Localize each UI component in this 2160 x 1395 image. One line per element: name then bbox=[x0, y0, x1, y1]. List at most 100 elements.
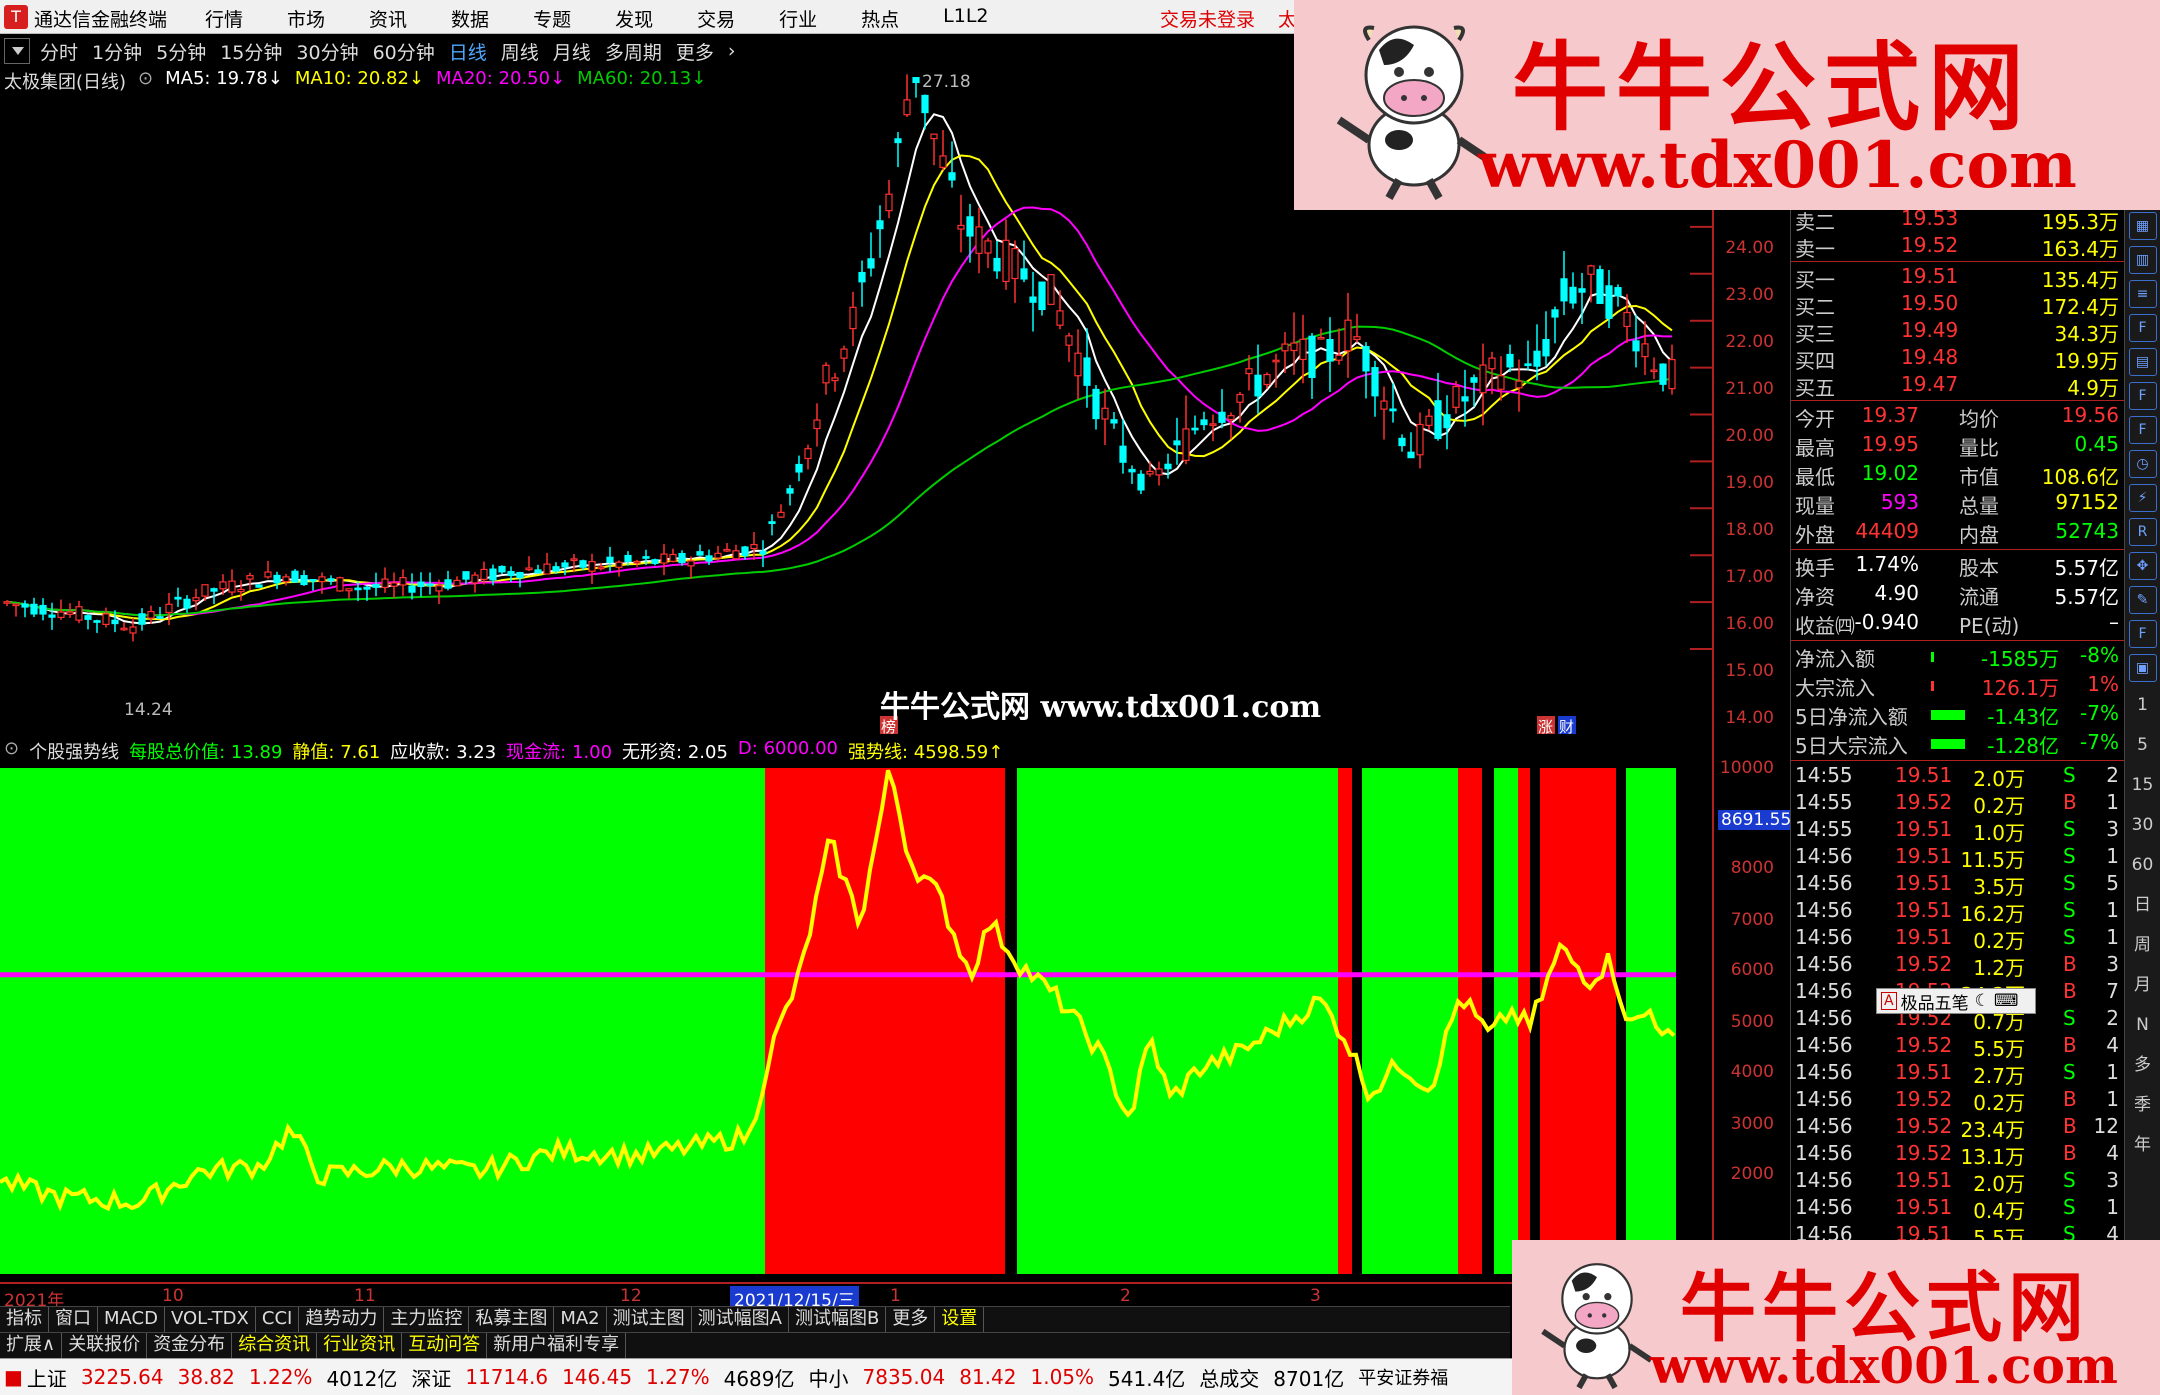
period-15[interactable]: 15 bbox=[2129, 768, 2157, 802]
period-tab-weekly[interactable]: 周线 bbox=[501, 38, 539, 65]
tab-expand[interactable]: 扩展∧ bbox=[0, 1333, 63, 1358]
period-tab-30min[interactable]: 30分钟 bbox=[296, 38, 358, 65]
strength-indicator-chart[interactable] bbox=[0, 764, 1712, 1274]
period-tab-15min[interactable]: 15分钟 bbox=[220, 38, 282, 65]
period-week[interactable]: 周 bbox=[2129, 928, 2157, 962]
menu-item-topics[interactable]: 专题 bbox=[533, 5, 571, 32]
chart-icon[interactable]: ▦ bbox=[2128, 212, 2157, 240]
tab-ma2[interactable]: MA2 bbox=[554, 1307, 607, 1332]
tab-test-a[interactable]: 测试幅图A bbox=[692, 1307, 789, 1332]
indicator-name[interactable]: 个股强势线 bbox=[29, 738, 119, 764]
dropdown-menu-icon[interactable] bbox=[4, 38, 30, 64]
period-year[interactable]: 年 bbox=[2129, 1128, 2157, 1162]
f10-icon[interactable]: F bbox=[2128, 314, 2157, 342]
tab-cci[interactable]: CCI bbox=[256, 1307, 300, 1332]
sme-index-label[interactable]: 中小 bbox=[809, 1363, 849, 1392]
sell-row[interactable]: 卖一 19.52 163.4万 bbox=[1791, 233, 2125, 261]
period-month[interactable]: 月 bbox=[2129, 968, 2157, 1002]
tab-vol-tdx[interactable]: VOL-TDX bbox=[165, 1307, 256, 1332]
tab-macd[interactable]: MACD bbox=[98, 1307, 165, 1332]
period-1[interactable]: 1 bbox=[2129, 688, 2157, 722]
sell-row[interactable]: 卖二 19.53 195.3万 bbox=[1791, 206, 2125, 234]
bolt-icon[interactable]: ⚡ bbox=[2128, 484, 2157, 512]
period-tab-multi[interactable]: 多周期 bbox=[605, 38, 662, 65]
ad-banner-top[interactable]: 牛牛公式网 www.tdx001.com bbox=[1294, 0, 2160, 210]
period-multi[interactable]: 多 bbox=[2129, 1048, 2157, 1082]
tab-private-main[interactable]: 私募主图 bbox=[469, 1307, 555, 1332]
period-quarter[interactable]: 季 bbox=[2129, 1088, 2157, 1122]
tab-industry-news[interactable]: 行业资讯 bbox=[317, 1333, 403, 1358]
tab-related-quotes[interactable]: 关联报价 bbox=[62, 1333, 148, 1358]
tab-test-b[interactable]: 测试幅图B bbox=[789, 1307, 887, 1332]
candle-body bbox=[444, 579, 452, 589]
tab-general-news[interactable]: 综合资讯 bbox=[232, 1333, 318, 1358]
f1-icon[interactable]: F bbox=[2128, 382, 2157, 410]
grid-icon[interactable]: ▤ bbox=[2128, 348, 2157, 376]
menu-item-trade[interactable]: 交易 bbox=[697, 5, 735, 32]
tick-price: 19.52 bbox=[1895, 1033, 1953, 1057]
tab-settings[interactable]: 设置 bbox=[935, 1307, 985, 1332]
ad-banner-bottom[interactable]: 牛牛公式网 www.tdx001.com bbox=[1512, 1240, 2160, 1395]
menu-item-quotes[interactable]: 行情 bbox=[205, 5, 243, 32]
image-icon[interactable]: ▣ bbox=[2128, 654, 2157, 682]
period-tab-monthly[interactable]: 月线 bbox=[553, 38, 591, 65]
f5-icon[interactable]: F bbox=[2128, 620, 2157, 648]
candle-body bbox=[1056, 310, 1064, 326]
menu-item-market[interactable]: 市场 bbox=[287, 5, 325, 32]
tick-volume: 3.5万 bbox=[1973, 875, 2025, 899]
tab-test-main[interactable]: 测试主图 bbox=[607, 1307, 692, 1332]
settings-circle-icon[interactable]: ⊙ bbox=[4, 738, 19, 764]
candle-body bbox=[1524, 363, 1532, 367]
f2-icon[interactable]: F bbox=[2128, 416, 2157, 444]
buy-row[interactable]: 买二 19.50 172.4万 bbox=[1791, 291, 2125, 319]
tab-fund-distribution[interactable]: 资金分布 bbox=[147, 1333, 233, 1358]
period-n[interactable]: N bbox=[2129, 1008, 2157, 1042]
broker-name[interactable]: 平安证券福 bbox=[1358, 1364, 1448, 1390]
tick-side: S bbox=[2063, 817, 2076, 841]
period-tab-1min[interactable]: 1分钟 bbox=[92, 38, 142, 65]
menu-item-news[interactable]: 资讯 bbox=[369, 5, 407, 32]
sh-index-label[interactable]: 上证 bbox=[27, 1363, 67, 1392]
move-icon[interactable]: ✥ bbox=[2128, 552, 2157, 580]
list-icon[interactable]: ≡ bbox=[2128, 280, 2157, 308]
buy-row[interactable]: 买三 19.49 34.3万 bbox=[1791, 318, 2125, 346]
finance-badge[interactable]: 财 bbox=[1559, 718, 1574, 736]
menu-item-data[interactable]: 数据 bbox=[451, 5, 489, 32]
period-day[interactable]: 日 bbox=[2129, 888, 2157, 922]
period-tab-more[interactable]: 更多 bbox=[676, 38, 714, 65]
rsi-icon[interactable]: R bbox=[2128, 518, 2157, 546]
sh-index-change: 38.82 bbox=[177, 1365, 235, 1389]
sz-index-label[interactable]: 深证 bbox=[411, 1363, 451, 1392]
buy-row[interactable]: 买四 19.48 19.9万 bbox=[1791, 345, 2125, 373]
bar-chart-icon[interactable]: ▥ bbox=[2128, 246, 2157, 274]
period-tab-60min[interactable]: 60分钟 bbox=[373, 38, 435, 65]
menu-item-discover[interactable]: 发现 bbox=[615, 5, 653, 32]
tab-qa[interactable]: 互动问答 bbox=[402, 1333, 488, 1358]
tab-window[interactable]: 窗口 bbox=[49, 1307, 98, 1332]
limit-up-badge[interactable]: 涨 bbox=[1538, 718, 1553, 736]
period-30[interactable]: 30 bbox=[2129, 808, 2157, 842]
pen-icon[interactable]: ✎ bbox=[2128, 586, 2157, 614]
moon-icon[interactable]: ☾ bbox=[1975, 991, 1990, 1011]
period-5[interactable]: 5 bbox=[2129, 728, 2157, 762]
menu-item-hot[interactable]: 热点 bbox=[861, 5, 899, 32]
chevron-right-icon[interactable]: › bbox=[728, 40, 736, 62]
period-tab-5min[interactable]: 5分钟 bbox=[156, 38, 206, 65]
tab-more[interactable]: 更多 bbox=[886, 1307, 936, 1332]
tick-volume: 0.2万 bbox=[1973, 794, 2025, 818]
menu-item-industry[interactable]: 行业 bbox=[779, 5, 817, 32]
period-tab-daily[interactable]: 日线 bbox=[449, 38, 487, 65]
buy-row[interactable]: 买五 19.47 4.9万 bbox=[1791, 372, 2125, 400]
clock-icon[interactable]: ◷ bbox=[2128, 450, 2157, 478]
tab-indicator[interactable]: 指标 bbox=[0, 1307, 49, 1332]
buy-row[interactable]: 买一 19.51 135.4万 bbox=[1791, 264, 2125, 292]
tab-main-monitor[interactable]: 主力监控 bbox=[384, 1307, 470, 1332]
tab-new-user-benefit[interactable]: 新用户福利专享 bbox=[487, 1333, 627, 1358]
ime-popup[interactable]: A 极品五笔 ☾ ⌨ bbox=[1876, 988, 2036, 1014]
keyboard-icon[interactable]: ⌨ bbox=[1994, 991, 2019, 1011]
period-60[interactable]: 60 bbox=[2129, 848, 2157, 882]
tab-trend[interactable]: 趋势动力 bbox=[299, 1307, 385, 1332]
trade-login-status[interactable]: 交易未登录 bbox=[1160, 5, 1255, 32]
period-tab-intraday[interactable]: 分时 bbox=[40, 38, 78, 65]
menu-item-l1l2[interactable]: L1L2 bbox=[943, 5, 988, 32]
